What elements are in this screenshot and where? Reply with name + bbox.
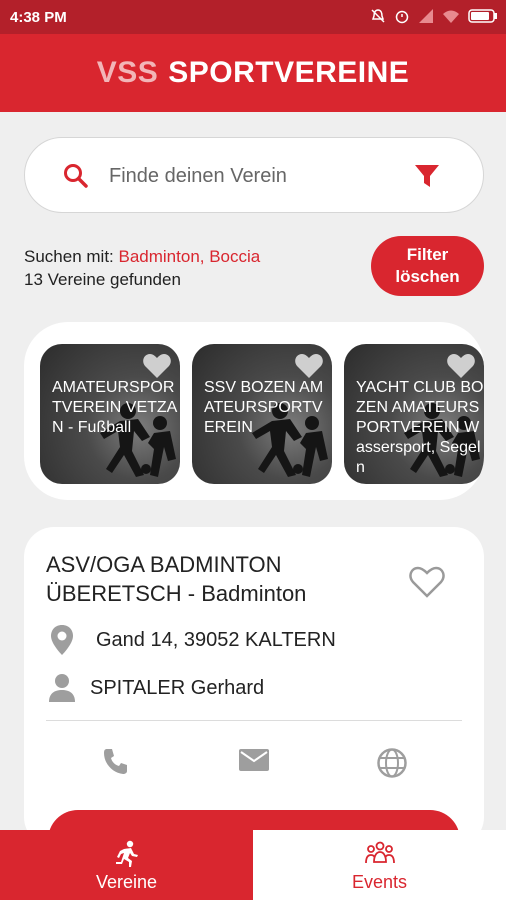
active-filters: Badminton, Boccia <box>118 247 261 266</box>
carousel-card-title: SSV BOZEN AMATEURSPORTVEREIN <box>204 379 324 436</box>
tab-events-label: Events <box>351 872 408 892</box>
search-criteria-label: Suchen mit: <box>24 247 119 266</box>
favorite-heart-outline-icon[interactable] <box>408 565 446 604</box>
app-title: SPORTVEREINE <box>168 56 410 89</box>
phone-icon[interactable] <box>102 747 128 780</box>
status-time: 4:38 PM <box>10 9 67 26</box>
tab-events[interactable]: Events <box>253 830 506 900</box>
divider <box>46 720 462 721</box>
carousel-card[interactable]: YACHT CLUB BOZEN AMATEURSPORTVEREIN Wass… <box>344 344 484 484</box>
search-criteria: Suchen mit: Badminton, Boccia <box>24 245 260 268</box>
result-count: 13 Vereine gefunden <box>24 270 181 289</box>
club-contact: SPITALER Gerhard <box>90 676 265 699</box>
carousel-card[interactable]: AMATEURSPORTVEREIN VETZAN - Fußball <box>40 344 180 484</box>
carousel-card-title: YACHT CLUB BOZEN AMATEURSPORTVEREIN Wass… <box>356 379 484 476</box>
globe-icon[interactable] <box>376 747 408 784</box>
club-title: ASV/OGA BADMINTON ÜBERETSCH - Badminton <box>46 552 307 606</box>
carousel-card[interactable]: SSV BOZEN AMATEURSPORTVEREIN <box>192 344 332 484</box>
club-card[interactable]: ASV/OGA BADMINTON ÜBERETSCH - Badminton … <box>24 527 484 870</box>
wifi-icon <box>442 8 460 28</box>
tab-vereine-label: Vereine <box>95 872 158 892</box>
location-pin-icon <box>46 624 78 656</box>
search-icon[interactable] <box>63 163 89 194</box>
bottom-navigation: Vereine Events <box>0 830 506 900</box>
clear-filter-button[interactable]: Filter löschen <box>371 236 484 296</box>
signal-icon <box>418 8 434 28</box>
search-input[interactable] <box>109 158 399 194</box>
email-icon[interactable] <box>238 747 270 778</box>
filter-icon[interactable] <box>413 162 441 195</box>
clear-filter-label-1: Filter <box>406 245 449 264</box>
tab-vereine[interactable]: Vereine <box>0 830 253 900</box>
search-info: Suchen mit: Badminton, Boccia 13 Vereine… <box>24 245 260 291</box>
app-bar: VSS SPORTVEREINE <box>0 34 506 112</box>
club-address-row: Gand 14, 39052 KALTERN <box>46 624 336 656</box>
running-person-icon <box>114 840 140 873</box>
person-icon <box>46 673 78 703</box>
club-contact-row: SPITALER Gerhard <box>46 673 264 703</box>
featured-clubs-carousel[interactable]: AMATEURSPORTVEREIN VETZAN - Fußball SSV … <box>24 322 484 500</box>
clear-filter-label-2: löschen <box>395 267 460 286</box>
group-people-icon <box>364 840 395 871</box>
alarm-icon <box>394 8 410 28</box>
status-bar: 4:38 PM <box>0 0 506 34</box>
mute-icon <box>370 8 386 28</box>
battery-icon <box>468 9 498 27</box>
app-title-prefix: VSS <box>96 56 159 89</box>
carousel-card-title: AMATEURSPORTVEREIN VETZAN - Fußball <box>52 379 178 436</box>
status-icons <box>370 8 498 28</box>
club-address: Gand 14, 39052 KALTERN <box>96 628 336 651</box>
search-bar <box>24 137 484 213</box>
